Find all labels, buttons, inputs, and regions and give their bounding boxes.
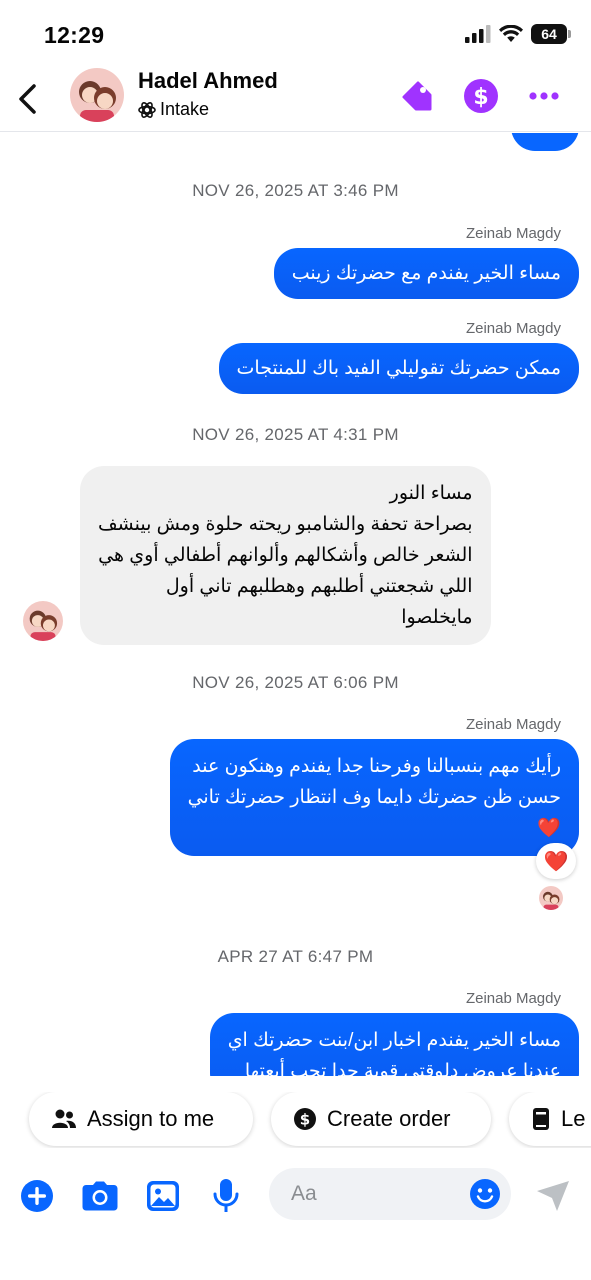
timestamp: NOV 26, 2025 AT 6:06 PM [192,673,399,692]
sender-name: Zeinab Magdy [465,225,561,242]
reaction-badge[interactable]: ❤️ [536,843,576,879]
message-line: مايخلصوا [401,607,473,628]
message-line: بصراحة تحفة والشامبو ريحته حلوة ومش بينش… [98,514,473,535]
message-bubble-outgoing[interactable]: مساء الخير يفندم اخبار ابن/بنت حضرتك اي … [209,1013,579,1076]
add-button[interactable] [17,1176,57,1216]
assign-to-me-button[interactable]: Assign to me [29,1092,253,1146]
back-icon [19,84,36,114]
chip-label: Create order [327,1106,451,1131]
send-icon [537,1181,569,1211]
microphone-icon [213,1179,239,1212]
svg-text:$: $ [473,85,488,110]
timestamp: NOV 26, 2025 AT 4:31 PM [192,425,399,444]
status-icons: 64 [465,24,571,44]
message-input-placeholder: Aa [291,1182,317,1205]
camera-button[interactable] [80,1176,120,1216]
camera-icon [82,1181,118,1211]
sender-name: Zeinab Magdy [465,320,561,337]
message-bubble-incoming[interactable]: مساء النور بصراحة تحفة والشامبو ريحته حل… [80,466,491,645]
message-bubble-outgoing[interactable]: مساء الخير يفندم مع حضرتك زينب [273,248,579,299]
message-line: رأيك مهم بنسبالنا وفرحنا جدا يفندم وهنكو… [192,756,561,777]
svg-text:$: $ [300,1111,310,1129]
message-line: مساء النور [389,483,473,504]
tag-button[interactable] [397,76,437,116]
label-text: Intake [160,99,210,119]
status-time: 12:29 [44,22,105,48]
label-icon [138,101,156,118]
message-bubble-outgoing[interactable]: رأيك مهم بنسبالنا وفرحنا جدا يفندم وهنكو… [169,739,579,856]
message-bubble-outgoing[interactable]: ممكن حضرتك تقوليلي الفيد باك للمنتجات [218,343,579,394]
wifi-icon [499,25,523,42]
contact-avatar-small[interactable] [23,601,63,641]
timestamp: NOV 26, 2025 AT 3:46 PM [192,181,399,200]
gallery-button[interactable] [143,1176,183,1216]
people-icon [52,1109,76,1128]
seen-avatar [539,886,563,910]
sender-name: Zeinab Magdy [465,716,561,733]
message-line: اللي شجعتني أطلبهم وهطلبهم تاني أول [165,576,473,597]
timestamp: APR 27 AT 6:47 PM [217,947,374,966]
book-icon [533,1108,549,1130]
home-indicator-area [0,1262,591,1280]
send-button[interactable] [533,1176,573,1216]
contact-name[interactable]: Hadel Ahmed [138,68,278,94]
more-button[interactable] [524,76,564,116]
message-line: ❤️ [537,818,561,839]
avatar-image [539,886,563,910]
composer: Aa [0,1166,591,1226]
chip-label: Assign to me [87,1106,215,1131]
emoji-icon[interactable] [469,1178,501,1210]
payment-button[interactable]: $ [461,76,501,116]
quick-actions: Assign to me $ Create order Le [0,1092,591,1148]
status-bar: 12:29 64 [0,0,591,62]
cellular-signal-icon [465,25,491,43]
message-line: حسن ظن حضرتك دايما وف انتظار حضرتك تاني [187,787,561,808]
message-line: عندنا عروض دلوقتي قوية جدا تحب أبعتها [244,1061,561,1076]
avatar-image [23,601,63,641]
chat-header: Hadel Ahmed Intake $ [0,62,591,132]
avatar-image [70,68,124,122]
contact-label[interactable]: Intake [138,99,209,120]
dollar-icon: $ [464,79,498,113]
more-icon [529,92,559,100]
lead-button[interactable]: Le [509,1092,591,1146]
voice-button[interactable] [206,1176,246,1216]
tag-icon [402,81,432,111]
dollar-circle-icon: $ [294,1108,316,1130]
create-order-button[interactable]: $ Create order [271,1092,491,1146]
message-thread[interactable]: NOV 26, 2025 AT 3:46 PM Zeinab Magdy مسا… [0,133,591,1076]
photo-icon [147,1181,179,1211]
contact-avatar[interactable] [70,68,124,122]
back-button[interactable] [14,82,44,116]
message-line: مساء الخير يفندم اخبار ابن/بنت حضرتك اي [227,1030,561,1051]
message-bubble-partial[interactable] [511,133,579,151]
message-input[interactable]: Aa [269,1168,511,1220]
plus-icon [21,1180,53,1212]
battery-icon: 64 [531,24,571,44]
message-line: مساء الخير يفندم مع حضرتك زينب [291,263,561,284]
message-line: ممكن حضرتك تقوليلي الفيد باك للمنتجات [236,358,561,379]
chip-label: Le [561,1106,586,1131]
sender-name: Zeinab Magdy [465,990,561,1007]
message-line: الشعر خالص وأشكالهم وألوانهم أطفالي أوي … [98,545,473,566]
